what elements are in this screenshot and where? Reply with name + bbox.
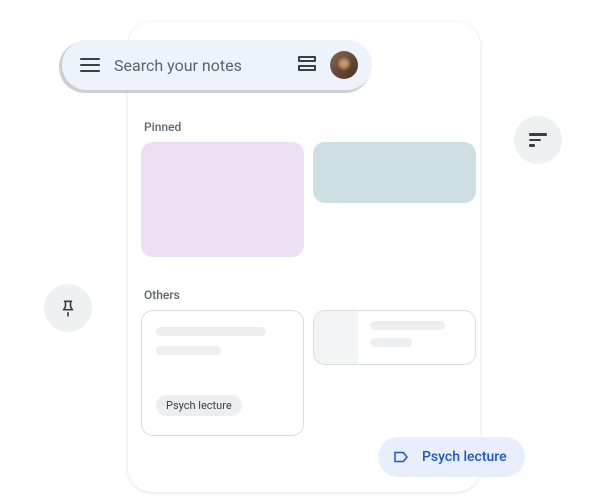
avatar[interactable]	[330, 51, 358, 79]
pin-button[interactable]	[44, 284, 92, 332]
pin-icon	[58, 298, 78, 318]
note-thumbnail	[314, 311, 358, 364]
search-bar[interactable]: Search your notes	[62, 40, 372, 90]
label-icon	[392, 448, 410, 466]
section-label-others: Others	[144, 288, 180, 302]
layout-toggle-icon[interactable]	[298, 56, 316, 74]
sort-icon	[529, 133, 547, 147]
section-label-pinned: Pinned	[144, 120, 181, 134]
note-text-placeholder	[358, 310, 475, 365]
note-text-placeholder	[156, 327, 266, 336]
label-pill-text: Psych lecture	[422, 449, 507, 465]
pinned-note[interactable]	[141, 142, 304, 257]
note-text-placeholder	[156, 346, 221, 355]
sort-button[interactable]	[514, 116, 562, 164]
label-pill[interactable]: Psych lecture	[378, 437, 525, 477]
note-card[interactable]	[313, 310, 476, 365]
note-card[interactable]: Psych lecture	[141, 310, 304, 436]
note-tag-chip[interactable]: Psych lecture	[156, 395, 242, 416]
search-input[interactable]: Search your notes	[114, 56, 298, 75]
menu-icon[interactable]	[80, 55, 100, 75]
pinned-note[interactable]	[313, 142, 476, 203]
